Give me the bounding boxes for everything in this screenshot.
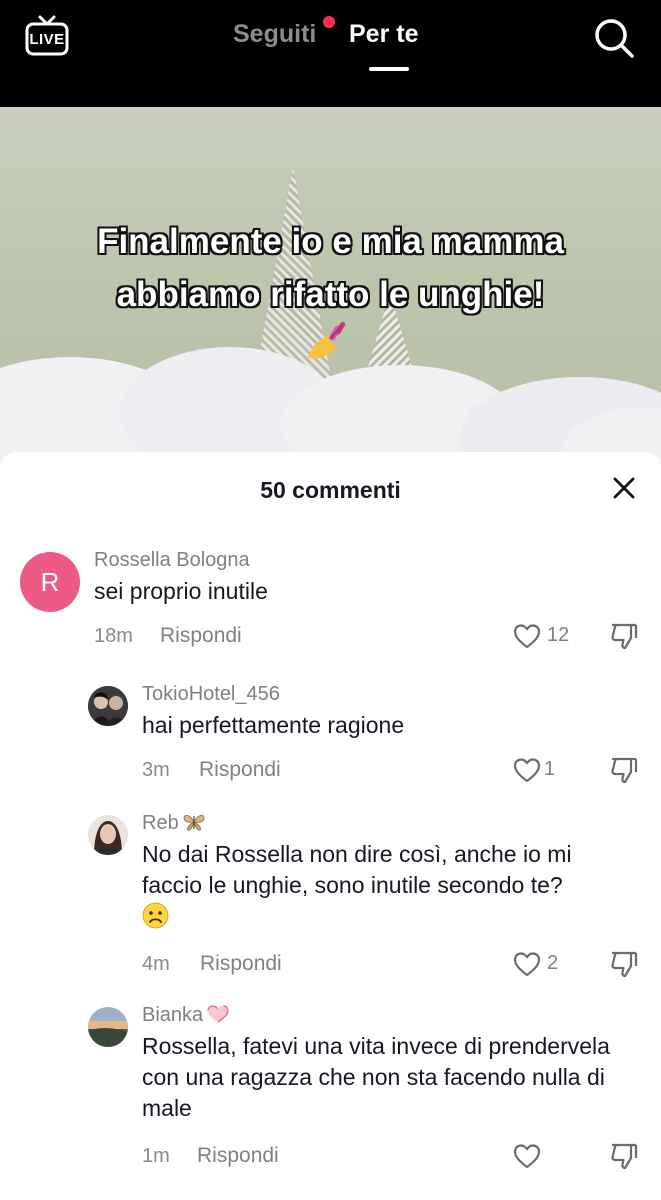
live-button[interactable]: LIVE (24, 14, 70, 58)
comment-item: R Rossella Bologna sei proprio inutile 1… (0, 549, 661, 652)
like-count: 2 (547, 952, 559, 974)
tab-for-you[interactable]: Per te (349, 20, 418, 49)
profile-photo (88, 815, 128, 855)
username-text: Bianka (142, 1004, 204, 1026)
heart-icon (207, 1005, 229, 1023)
notification-dot (323, 16, 335, 28)
comment-username[interactable]: Rossella Bologna (94, 549, 250, 572)
search-icon (595, 19, 634, 58)
comment-time: 18m (94, 625, 133, 647)
video-player[interactable]: Finalmente io e mia mamma abbiamo rifatt… (0, 107, 661, 467)
comment-time: 3m (142, 759, 170, 781)
comments-panel: 50 commenti R Rossella Bologna sei propr… (0, 452, 661, 1200)
tab-following[interactable]: Seguiti (233, 20, 316, 49)
heart-icon[interactable] (512, 621, 542, 651)
comment-text: sei proprio inutile (94, 578, 268, 604)
reply-button[interactable]: Rispondi (199, 758, 281, 782)
comment-text: hai perfettamente ragione (142, 712, 405, 738)
dislike-icon[interactable] (608, 620, 640, 652)
comment-username[interactable]: TokioHotel_456 (142, 683, 280, 706)
nail-polish-icon (308, 321, 346, 359)
video-caption: Finalmente io e mia mamma abbiamo rifatt… (0, 215, 661, 321)
close-comments-button[interactable] (606, 470, 642, 506)
butterfly-icon (183, 814, 205, 831)
comment-text-content: No dai Rossella non dire così, anche io … (142, 841, 572, 898)
live-label: LIVE (29, 31, 65, 48)
like-count: 12 (547, 624, 570, 646)
avatar[interactable] (88, 686, 128, 726)
reply-button[interactable]: Rispondi (200, 952, 282, 976)
comment-username[interactable]: Bianka (142, 1004, 230, 1027)
profile-photo (88, 686, 128, 726)
heart-icon[interactable] (512, 949, 542, 979)
top-navigation-bar: LIVE Seguiti Per te (0, 0, 661, 107)
close-icon (613, 477, 635, 499)
like-count: 1 (544, 758, 556, 780)
reply-button[interactable]: Rispondi (197, 1144, 279, 1168)
dislike-icon[interactable] (608, 1140, 640, 1172)
avatar[interactable] (88, 1007, 128, 1047)
dislike-icon[interactable] (608, 948, 640, 980)
comments-count-title: 50 commenti (260, 477, 401, 503)
heart-icon[interactable] (512, 755, 542, 785)
search-button[interactable] (592, 16, 636, 60)
comment-time: 4m (142, 953, 170, 975)
comment-item: TokioHotel_456 hai perfettamente ragione… (0, 683, 661, 786)
reply-button[interactable]: Rispondi (160, 624, 242, 648)
dislike-icon[interactable] (608, 754, 640, 786)
sad-face-icon (142, 902, 169, 929)
heart-icon[interactable] (512, 1141, 542, 1171)
profile-photo (88, 1007, 128, 1047)
comment-text: Rossella, fatevi una vita invece di pren… (142, 1033, 610, 1121)
comment-username[interactable]: Reb (142, 812, 206, 835)
caption-line: abbiamo rifatto le unghie! (116, 274, 545, 314)
avatar[interactable] (88, 815, 128, 855)
active-tab-indicator (369, 67, 409, 71)
comment-text: No dai Rossella non dire così, anche io … (142, 839, 632, 932)
caption-line: Finalmente io e mia mamma (96, 221, 564, 261)
username-text: Reb (142, 812, 179, 834)
comment-item: Bianka Rossella, fatevi una vita invece … (0, 1004, 661, 1187)
comment-item: Reb No dai Rossella non dire così, anche… (0, 812, 661, 985)
comment-time: 1m (142, 1145, 170, 1167)
avatar[interactable]: R (20, 552, 80, 612)
